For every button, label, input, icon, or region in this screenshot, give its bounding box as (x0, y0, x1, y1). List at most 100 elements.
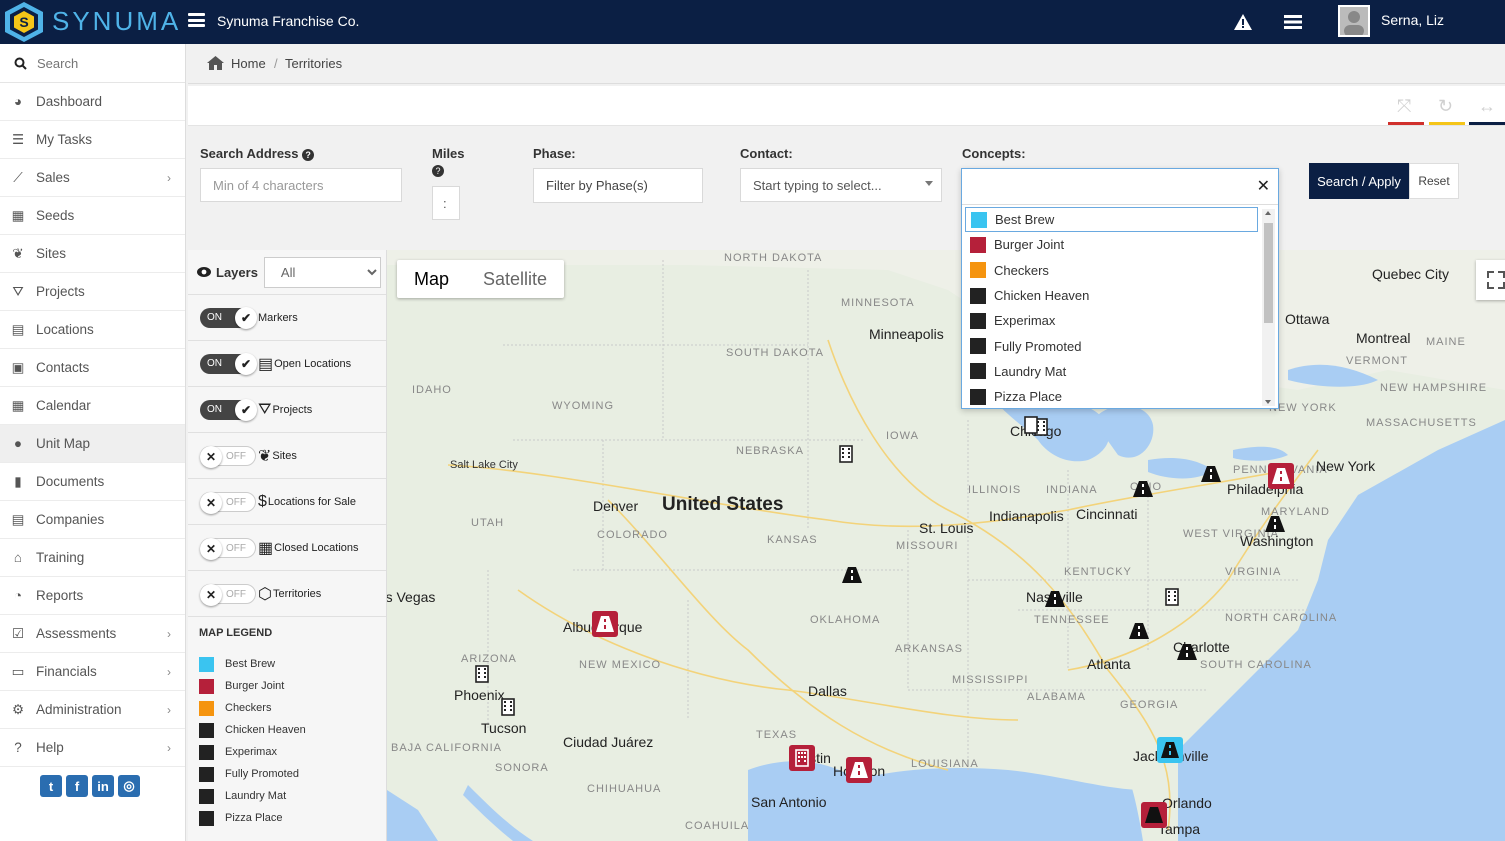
location-marker[interactable] (1161, 586, 1183, 608)
sidebar-item-label: Documents (36, 474, 105, 489)
sidebar-item-label: Administration (36, 702, 122, 717)
location-marker[interactable] (1020, 414, 1042, 436)
phase-select[interactable]: Filter by Phase(s) (533, 168, 703, 203)
warning-icon[interactable] (1234, 14, 1252, 30)
reset-button[interactable]: Reset (1409, 163, 1459, 199)
map-type-satellite[interactable]: Satellite (466, 260, 564, 298)
fullscreen-button[interactable] (1476, 260, 1505, 300)
refresh-icon[interactable]: ↻ (1438, 96, 1453, 117)
close-icon[interactable]: ✕ (1257, 176, 1270, 196)
contact-placeholder: Start typing to select... (753, 177, 882, 193)
avatar[interactable] (1338, 5, 1370, 37)
layer-label: Markers (258, 311, 298, 324)
concept-option[interactable]: Best Brew (965, 207, 1258, 233)
layers-filter-select[interactable]: All (263, 256, 381, 288)
map-type-map[interactable]: Map (397, 260, 466, 298)
sidebar-item-administration[interactable]: ⚙ Administration › (0, 691, 185, 729)
project-marker[interactable] (1268, 463, 1294, 489)
concept-option[interactable]: Experimax (965, 308, 1258, 333)
sidebar-item-financials[interactable]: ▭ Financials › (0, 653, 185, 691)
sidebar-item-sites[interactable]: ❦ Sites (0, 235, 185, 273)
toggle-on-text: ON (207, 311, 222, 323)
facebook-icon[interactable]: f (66, 775, 88, 797)
sidebar-item-assessments[interactable]: ☑ Assessments › (0, 615, 185, 653)
sidebar-item-training[interactable]: ⌂ Training (0, 539, 185, 577)
twitter-icon[interactable]: t (40, 775, 62, 797)
sidebar-item-unit-map[interactable]: ● Unit Map (0, 425, 185, 463)
location-marker[interactable] (1141, 802, 1167, 828)
concept-option[interactable]: Burger Joint (965, 232, 1258, 257)
concept-option[interactable]: Laundry Mat (965, 359, 1258, 384)
project-marker[interactable] (1176, 641, 1198, 663)
layer-toggle[interactable]: ✕ OFF (200, 491, 256, 514)
pie-chart-icon: ◔ (13, 588, 23, 603)
instagram-icon[interactable]: ◎ (118, 775, 140, 797)
concepts-input[interactable]: ✕ (962, 169, 1278, 205)
layer-toggle[interactable]: ✕ OFF (200, 537, 256, 560)
concept-option[interactable]: Pizza Place (965, 384, 1258, 409)
scrollbar-thumb[interactable] (1264, 223, 1273, 323)
location-marker[interactable] (471, 663, 493, 685)
user-name[interactable]: Serna, Liz (1381, 12, 1444, 28)
map-label: KENTUCKY (1064, 566, 1132, 578)
menu-toggle-icon[interactable] (188, 13, 205, 27)
location-marker[interactable] (835, 443, 857, 465)
list-icon[interactable] (1284, 14, 1302, 30)
project-marker[interactable] (1132, 478, 1154, 500)
sidebar-item-documents[interactable]: ▮ Documents (0, 463, 185, 501)
top-bar: S SYNUMA Synuma Franchise Co. Serna, Liz (0, 0, 1505, 44)
breadcrumb-home[interactable]: Home (231, 56, 266, 71)
sidebar-item-dashboard[interactable]: ◕ Dashboard (0, 83, 185, 121)
search-apply-button[interactable]: Search / Apply (1309, 163, 1409, 199)
concept-option[interactable]: Chicken Heaven (965, 283, 1258, 308)
synuma-logo-icon[interactable]: S (2, 1, 46, 43)
sidebar-item-reports[interactable]: ◔ Reports (0, 577, 185, 615)
project-marker[interactable] (1264, 513, 1286, 535)
sidebar-item-companies[interactable]: ▤ Companies (0, 501, 185, 539)
expand-icon[interactable]: ⤧ (1397, 96, 1411, 117)
sidebar-item-contacts[interactable]: ▣ Contacts (0, 349, 185, 387)
scroll-up-icon[interactable] (1265, 211, 1271, 215)
sidebar-search-input[interactable] (37, 55, 177, 71)
project-marker[interactable] (1200, 463, 1222, 485)
linkedin-icon[interactable]: in (92, 775, 114, 797)
project-marker[interactable] (1157, 737, 1183, 763)
help-icon[interactable]: ? (302, 149, 315, 161)
grid-icon: ▦ (11, 207, 25, 223)
layer-toggle[interactable]: ON ✔ (200, 398, 257, 421)
layer-toggle[interactable]: ON ✔ (200, 306, 257, 329)
project-marker[interactable] (1128, 620, 1150, 642)
miles-input[interactable]: : (432, 186, 460, 220)
location-marker[interactable] (497, 696, 519, 718)
sidebar-item-label: Training (36, 550, 85, 565)
layer-toggle[interactable]: ON ✔ (200, 352, 257, 375)
building-icon: ▤ (11, 511, 25, 527)
layer-toggle[interactable]: ✕ OFF (200, 445, 256, 468)
project-marker[interactable] (846, 757, 872, 783)
sidebar-item-calendar[interactable]: ▦ Calendar (0, 387, 185, 425)
map-label: LOUISIANA (911, 758, 979, 770)
sidebar-item-label: Assessments (36, 626, 117, 641)
project-marker[interactable] (592, 611, 618, 637)
sidebar-item-sales[interactable]: ⟋ Sales › (0, 159, 185, 197)
layer-toggle[interactable]: ✕ OFF (200, 583, 256, 606)
dropdown-scrollbar[interactable] (1262, 209, 1275, 406)
sidebar-item-seeds[interactable]: ▦ Seeds (0, 197, 185, 235)
sidebar-item-locations[interactable]: ▤ Locations (0, 311, 185, 349)
building-icon: ▤ (258, 355, 274, 373)
sidebar-item-help[interactable]: ? Help › (0, 729, 185, 767)
location-marker[interactable] (789, 745, 815, 771)
scroll-down-icon[interactable] (1265, 400, 1271, 404)
contact-select[interactable]: Start typing to select... (740, 168, 942, 202)
concept-option[interactable]: Fully Promoted (965, 333, 1258, 358)
search-address-input[interactable]: Min of 4 characters (200, 168, 402, 202)
concept-option[interactable]: Checkers (965, 258, 1258, 283)
project-marker[interactable] (1044, 588, 1066, 610)
miles-help-icon[interactable]: ? (432, 165, 444, 177)
home-icon[interactable] (207, 56, 224, 70)
sidebar-item-projects[interactable]: ⛛ Projects (0, 273, 185, 311)
sidebar-item-my-tasks[interactable]: ☰ My Tasks (0, 121, 185, 159)
project-marker[interactable] (841, 564, 863, 586)
layer-label: Territories (272, 587, 322, 600)
collapse-icon[interactable]: ↔ (1478, 96, 1496, 117)
